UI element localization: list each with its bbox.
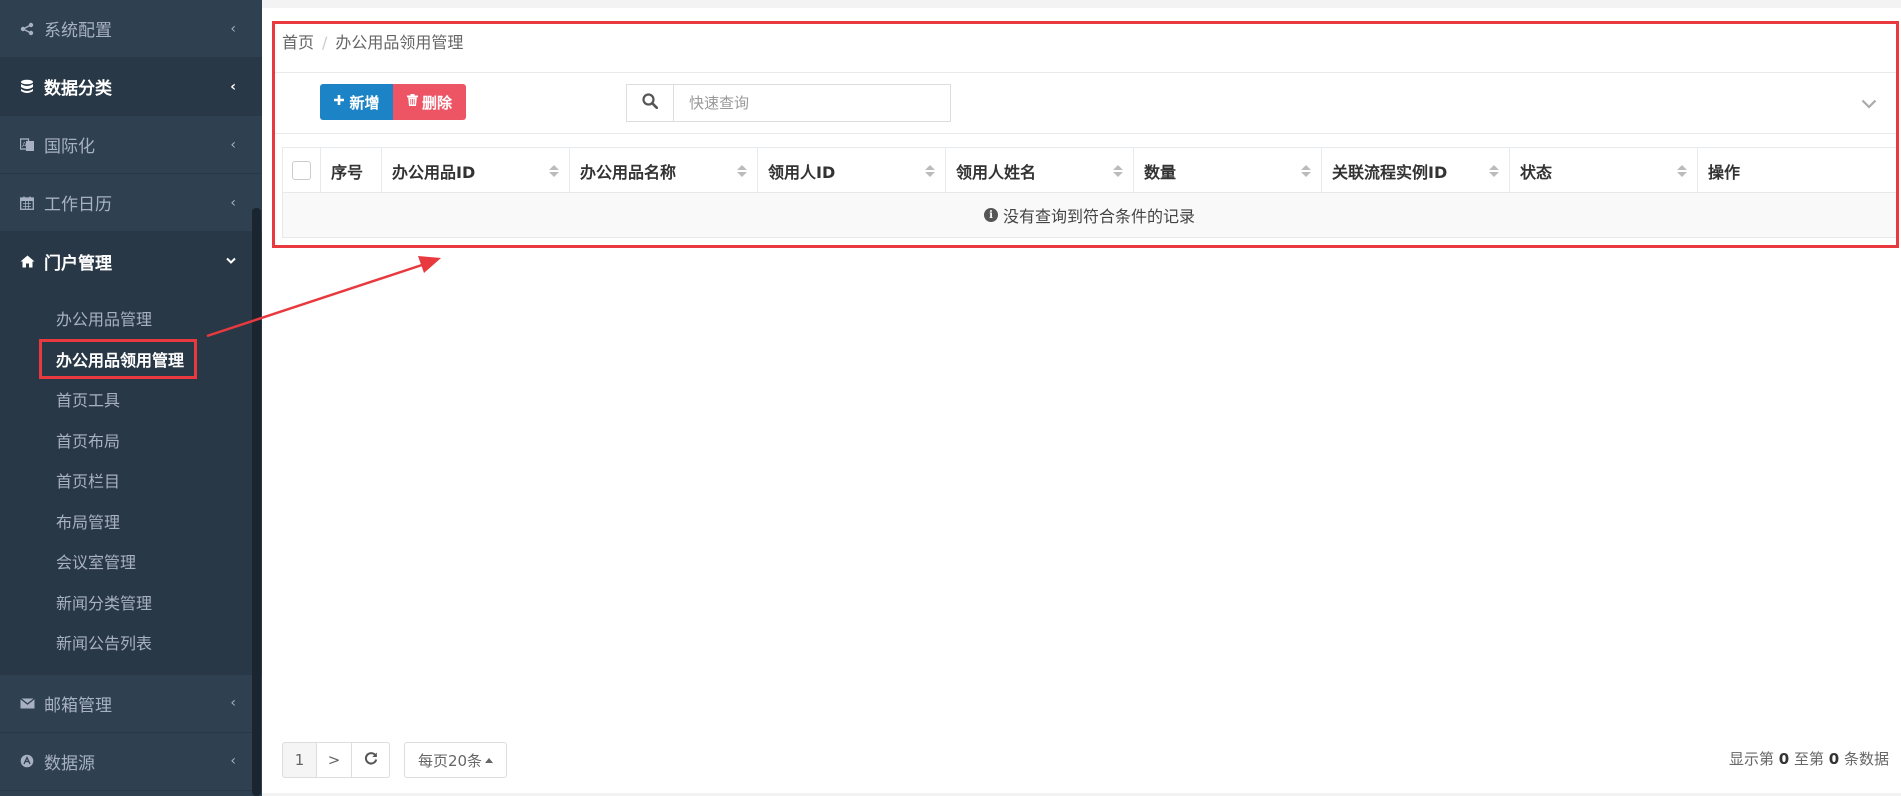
sidebar-item-label: 新闻公告列表 xyxy=(56,634,153,654)
highlight-box xyxy=(39,338,197,379)
summary-to: 0 xyxy=(1828,750,1840,768)
svg-text:A: A xyxy=(22,141,27,149)
envelope-icon xyxy=(18,694,36,712)
sidebar-item-label: 首页工具 xyxy=(56,391,121,411)
sidebar-group-mailbox[interactable]: 邮箱管理 ‹ xyxy=(0,675,262,733)
highlight-box xyxy=(272,21,1899,248)
sidebar-item-layout-management[interactable]: 布局管理 xyxy=(0,501,262,542)
sidebar-group-work-calendar[interactable]: 工作日历 ‹ xyxy=(0,174,262,232)
page-size-label: 每页20条 xyxy=(417,751,483,770)
sidebar-scrollbar[interactable] xyxy=(252,208,261,796)
sidebar-item-label: 布局管理 xyxy=(56,512,121,532)
refresh-icon xyxy=(364,751,378,769)
sidebar-item-news-category[interactable]: 新闻分类管理 xyxy=(0,582,262,623)
chevron-down-icon xyxy=(226,253,236,269)
language-icon: A xyxy=(18,136,36,154)
sidebar-item-office-supplies-requisition[interactable]: 办公用品领用管理 xyxy=(0,338,262,380)
main-content: 首页/办公用品领用管理 新增 删除 序号 办公用品ID 办公用品名称 领用人ID xyxy=(262,0,1901,796)
sidebar-group-label: 门户管理 xyxy=(44,253,112,274)
top-strip xyxy=(262,0,1901,8)
pagination: 1 > xyxy=(282,742,390,778)
home-icon xyxy=(18,252,36,270)
sidebar-item-news-list[interactable]: 新闻公告列表 xyxy=(0,622,262,663)
sidebar-submenu: 办公用品管理 办公用品领用管理 首页工具 首页布局 首页栏目 布局管理 会议室管… xyxy=(0,290,262,675)
sidebar-group-i18n[interactable]: A 国际化 ‹ xyxy=(0,116,262,174)
summary-prefix: 显示第 xyxy=(1728,750,1774,768)
summary-mid: 至第 xyxy=(1793,750,1824,768)
page-1-button[interactable]: 1 xyxy=(282,742,317,778)
refresh-button[interactable] xyxy=(352,742,390,778)
sidebar-group-data-category[interactable]: 数据分类 ‹ xyxy=(0,58,262,116)
sidebar-group-system-config[interactable]: 系统配置 ‹ xyxy=(0,0,262,58)
sidebar-item-homepage-layout[interactable]: 首页布局 xyxy=(0,420,262,461)
sidebar-group-portal[interactable]: 门户管理 xyxy=(0,232,262,290)
sidebar-group-label: 邮箱管理 xyxy=(44,695,112,716)
share-icon xyxy=(18,20,36,38)
chevron-left-icon: ‹ xyxy=(230,194,236,211)
chevron-left-icon: ‹ xyxy=(230,78,236,95)
chevron-left-icon: ‹ xyxy=(230,753,236,769)
sidebar-item-homepage-columns[interactable]: 首页栏目 xyxy=(0,460,262,501)
sidebar-item-label: 首页布局 xyxy=(56,431,121,451)
sidebar-item-label: 会议室管理 xyxy=(56,553,137,573)
sidebar-group-label: 数据源 xyxy=(44,753,95,774)
chevron-left-icon: ‹ xyxy=(230,695,236,711)
next-page-button[interactable]: > xyxy=(317,742,352,778)
chevron-left-icon: ‹ xyxy=(230,136,236,153)
sidebar-group-label: 工作日历 xyxy=(44,195,112,215)
sidebar-item-homepage-tools[interactable]: 首页工具 xyxy=(0,379,262,420)
chevron-left-icon: ‹ xyxy=(230,20,236,37)
sidebar-item-label: 首页栏目 xyxy=(56,472,121,492)
sidebar-group-label: 系统配置 xyxy=(44,21,112,41)
calendar-icon xyxy=(18,194,36,212)
database-icon xyxy=(18,78,36,96)
summary-suffix: 条数据 xyxy=(1843,750,1889,768)
sidebar-item-label: 新闻分类管理 xyxy=(56,593,153,613)
summary-from: 0 xyxy=(1778,750,1790,768)
sidebar-group-label: 数据分类 xyxy=(44,79,112,99)
page-size-dropdown[interactable]: 每页20条 xyxy=(404,742,507,778)
next-page-label: > xyxy=(327,751,341,769)
sidebar-item-meeting-room[interactable]: 会议室管理 xyxy=(0,541,262,582)
sidebar: 系统配置 ‹ 数据分类 ‹ A 国际化 ‹ 工作日历 ‹ 门户管理 办公用品管理… xyxy=(0,0,262,796)
sidebar-group-label: 国际化 xyxy=(44,137,95,157)
caret-up-icon xyxy=(485,757,494,763)
sidebar-group-datasource[interactable]: 数据源 ‹ xyxy=(0,733,262,791)
sidebar-item-office-supplies[interactable]: 办公用品管理 xyxy=(0,298,262,339)
pagination-summary: 显示第 0 至第 0 条数据 xyxy=(1729,748,1889,769)
page-number: 1 xyxy=(294,751,305,769)
sidebar-item-label: 办公用品管理 xyxy=(56,310,153,330)
datasource-icon xyxy=(18,752,36,770)
